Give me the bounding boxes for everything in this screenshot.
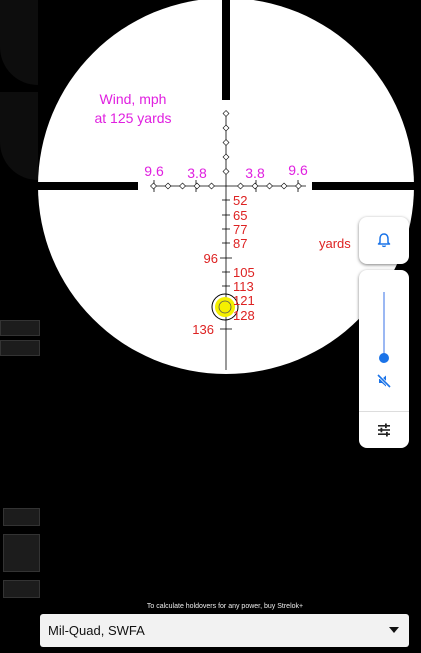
volume-slider-track[interactable] xyxy=(383,292,385,358)
holdover-96: 96 xyxy=(204,251,218,266)
holdover-65: 65 xyxy=(233,208,247,223)
scope-select[interactable]: Mil-Quad, SWFA xyxy=(40,614,409,647)
range-label: at 125 yards xyxy=(94,110,171,126)
yards-label: yards xyxy=(319,236,351,251)
scope-view: Wind, mph at 125 yards 9.6 3.8 3.8 9.6 y… xyxy=(38,0,421,374)
sliders-icon xyxy=(377,423,391,442)
sound-settings-button[interactable] xyxy=(359,411,409,448)
volume-slider-knob[interactable] xyxy=(379,353,389,363)
crosshair-left-post xyxy=(38,182,138,190)
holdover-121: 121 xyxy=(233,293,255,308)
wind-value-right-inner: 3.8 xyxy=(245,165,265,181)
target-dot xyxy=(215,297,235,317)
holdover-113: 113 xyxy=(233,279,254,294)
promo-text: To calculate holdovers for any power, bu… xyxy=(146,603,304,610)
wind-value-left-outer: 9.6 xyxy=(144,163,164,179)
bell-icon xyxy=(377,233,391,253)
mute-icon[interactable] xyxy=(376,373,392,394)
volume-panel xyxy=(359,217,409,448)
wind-value-right-outer: 9.6 xyxy=(288,162,308,178)
holdover-77: 77 xyxy=(233,222,247,237)
wind-value-left-inner: 3.8 xyxy=(187,165,207,181)
holdover-105: 105 xyxy=(233,265,255,280)
scope-select-value: Mil-Quad, SWFA xyxy=(48,623,145,638)
holdover-52: 52 xyxy=(233,193,247,208)
holdover-128: 128 xyxy=(233,308,255,323)
holdover-87: 87 xyxy=(233,236,247,251)
crosshair-right-post xyxy=(312,182,421,190)
wind-label: Wind, mph xyxy=(100,91,167,107)
ringer-button[interactable] xyxy=(359,217,409,264)
volume-slider-card xyxy=(359,270,409,448)
crosshair-top-post xyxy=(222,0,230,100)
chevron-down-icon xyxy=(389,627,399,633)
holdover-136: 136 xyxy=(192,322,214,337)
